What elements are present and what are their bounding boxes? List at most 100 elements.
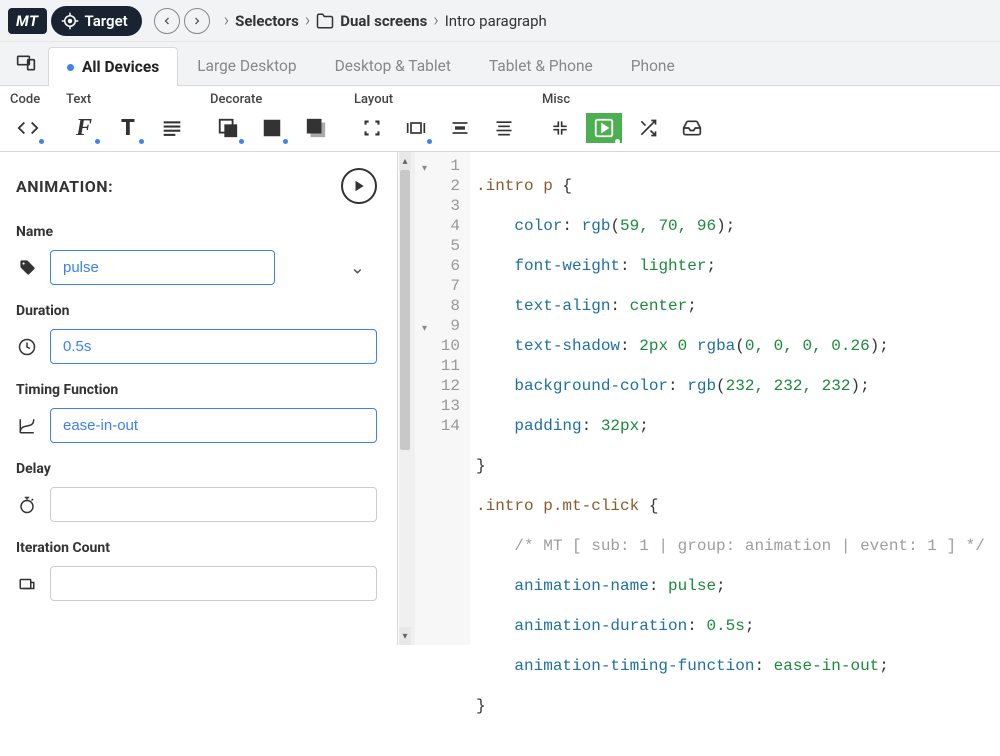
forward-button[interactable]: [184, 8, 210, 34]
clock-icon: [16, 338, 38, 356]
field-label: Iteration Count: [16, 540, 377, 556]
border-button[interactable]: [254, 113, 290, 143]
tab-tablet-phone[interactable]: Tablet & Phone: [470, 46, 612, 85]
modified-dot-icon: [615, 139, 620, 144]
toolbar-group-code: Code: [0, 86, 56, 151]
name-select[interactable]: [50, 250, 275, 285]
breadcrumb-selectors[interactable]: Selectors: [235, 12, 299, 30]
field-label: Duration: [16, 303, 377, 319]
target-icon: [61, 12, 79, 30]
active-dot-icon: [67, 64, 74, 71]
spacing-button[interactable]: [398, 113, 434, 143]
timing-input[interactable]: [50, 408, 377, 443]
stopwatch-icon: [16, 496, 38, 514]
field-timing: Timing Function: [16, 382, 377, 443]
play-icon: [352, 179, 366, 193]
background-button[interactable]: [210, 113, 246, 143]
inbox-button[interactable]: [674, 113, 710, 143]
toolbar-group-label: Text: [66, 92, 190, 107]
field-delay: Delay: [16, 461, 377, 522]
toolbar-group-label: Decorate: [210, 92, 334, 107]
modified-dot-icon: [239, 139, 244, 144]
border-icon: [261, 117, 283, 139]
tab-large-desktop[interactable]: Large Desktop: [178, 46, 315, 85]
breadcrumb-intro-paragraph[interactable]: Intro paragraph: [445, 12, 547, 30]
folder-icon: [316, 12, 334, 30]
animation-button[interactable]: [586, 113, 622, 143]
code-button[interactable]: [10, 113, 46, 143]
code-content[interactable]: .intro p { color: rgb(59, 70, 96); font-…: [470, 152, 1000, 645]
shuffle-icon: [637, 118, 659, 138]
toolbar: Code Text F T Decorate: [0, 86, 1000, 152]
code-editor[interactable]: ▾1 2 3 4 5 6 7 8 ▾9 10 11 12 13 14 .intr…: [414, 152, 1000, 645]
main-area: ANIMATION: Name ⌄ Duration: [0, 152, 1000, 645]
delay-input[interactable]: [50, 487, 377, 522]
field-label: Delay: [16, 461, 377, 477]
duration-input[interactable]: [50, 329, 377, 364]
align-h-icon: [449, 118, 471, 138]
text-style-button[interactable]: T: [110, 113, 146, 143]
field-name: Name ⌄: [16, 224, 377, 285]
panel-title: ANIMATION:: [16, 177, 113, 196]
toolbar-group-label: Misc: [542, 92, 710, 107]
shadow-icon: [305, 117, 327, 139]
font-icon: F: [76, 115, 92, 142]
toolbar-group-decorate: Decorate: [200, 86, 344, 151]
scrollbar-thumb[interactable]: [400, 170, 410, 450]
toolbar-group-misc: Misc: [532, 86, 720, 151]
field-duration: Duration: [16, 303, 377, 364]
tab-phone[interactable]: Phone: [612, 46, 694, 85]
modified-dot-icon: [95, 139, 100, 144]
curve-icon: [16, 417, 38, 435]
breadcrumb-dual-screens[interactable]: Dual screens: [316, 12, 427, 30]
chevron-down-icon: ⌄: [350, 257, 365, 278]
field-label: Name: [16, 224, 377, 240]
target-label: Target: [85, 12, 128, 30]
target-button[interactable]: Target: [51, 6, 142, 36]
breadcrumb-sep: ›: [224, 10, 229, 31]
arrow-right-icon: [191, 15, 203, 27]
scroll-up-icon[interactable]: ▴: [399, 152, 411, 170]
devices-icon-button[interactable]: [8, 47, 44, 79]
breadcrumb-label: Dual screens: [340, 12, 427, 30]
collapse-button[interactable]: [542, 113, 578, 143]
modified-dot-icon: [39, 139, 44, 144]
nav-arrows: [154, 8, 210, 34]
modified-dot-icon: [283, 139, 288, 144]
back-button[interactable]: [154, 8, 180, 34]
align-h-button[interactable]: [442, 113, 478, 143]
inbox-icon: [681, 118, 703, 138]
font-button[interactable]: F: [66, 113, 102, 143]
tab-all-devices[interactable]: All Devices: [48, 47, 178, 86]
toolbar-group-label: Layout: [354, 92, 522, 107]
breadcrumb-sep: ›: [433, 10, 438, 31]
field-iteration: Iteration Count: [16, 540, 377, 601]
dimensions-icon: [361, 118, 383, 138]
toolbar-group-layout: Layout: [344, 86, 532, 151]
collapse-icon: [549, 118, 571, 138]
panel-header: ANIMATION:: [16, 168, 377, 204]
shadow-button[interactable]: [298, 113, 334, 143]
spacing-icon: [405, 118, 427, 138]
paragraph-button[interactable]: [154, 113, 190, 143]
play-animation-button[interactable]: [341, 168, 377, 204]
iteration-input[interactable]: [50, 566, 377, 601]
code-icon: [16, 117, 40, 139]
gutter: ▾1 2 3 4 5 6 7 8 ▾9 10 11 12 13 14: [414, 152, 470, 645]
align-v-button[interactable]: [486, 113, 522, 143]
modified-dot-icon: [427, 139, 432, 144]
scroll-down-icon[interactable]: ▾: [399, 627, 411, 645]
background-icon: [217, 117, 239, 139]
dimensions-button[interactable]: [354, 113, 390, 143]
scrollbar[interactable]: ▴ ▾: [399, 152, 415, 645]
shuffle-button[interactable]: [630, 113, 666, 143]
tab-label: All Devices: [82, 58, 159, 76]
paragraph-icon: [161, 118, 183, 138]
properties-panel: ANIMATION: Name ⌄ Duration: [0, 152, 398, 645]
app-logo: MT: [8, 8, 47, 34]
tab-desktop-tablet[interactable]: Desktop & Tablet: [316, 46, 470, 85]
breadcrumb-sep: ›: [305, 10, 310, 31]
breadcrumb: › Selectors › Dual screens › Intro parag…: [224, 10, 547, 31]
toolbar-group-text: Text F T: [56, 86, 200, 151]
device-tabs: All Devices Large Desktop Desktop & Tabl…: [0, 42, 1000, 86]
